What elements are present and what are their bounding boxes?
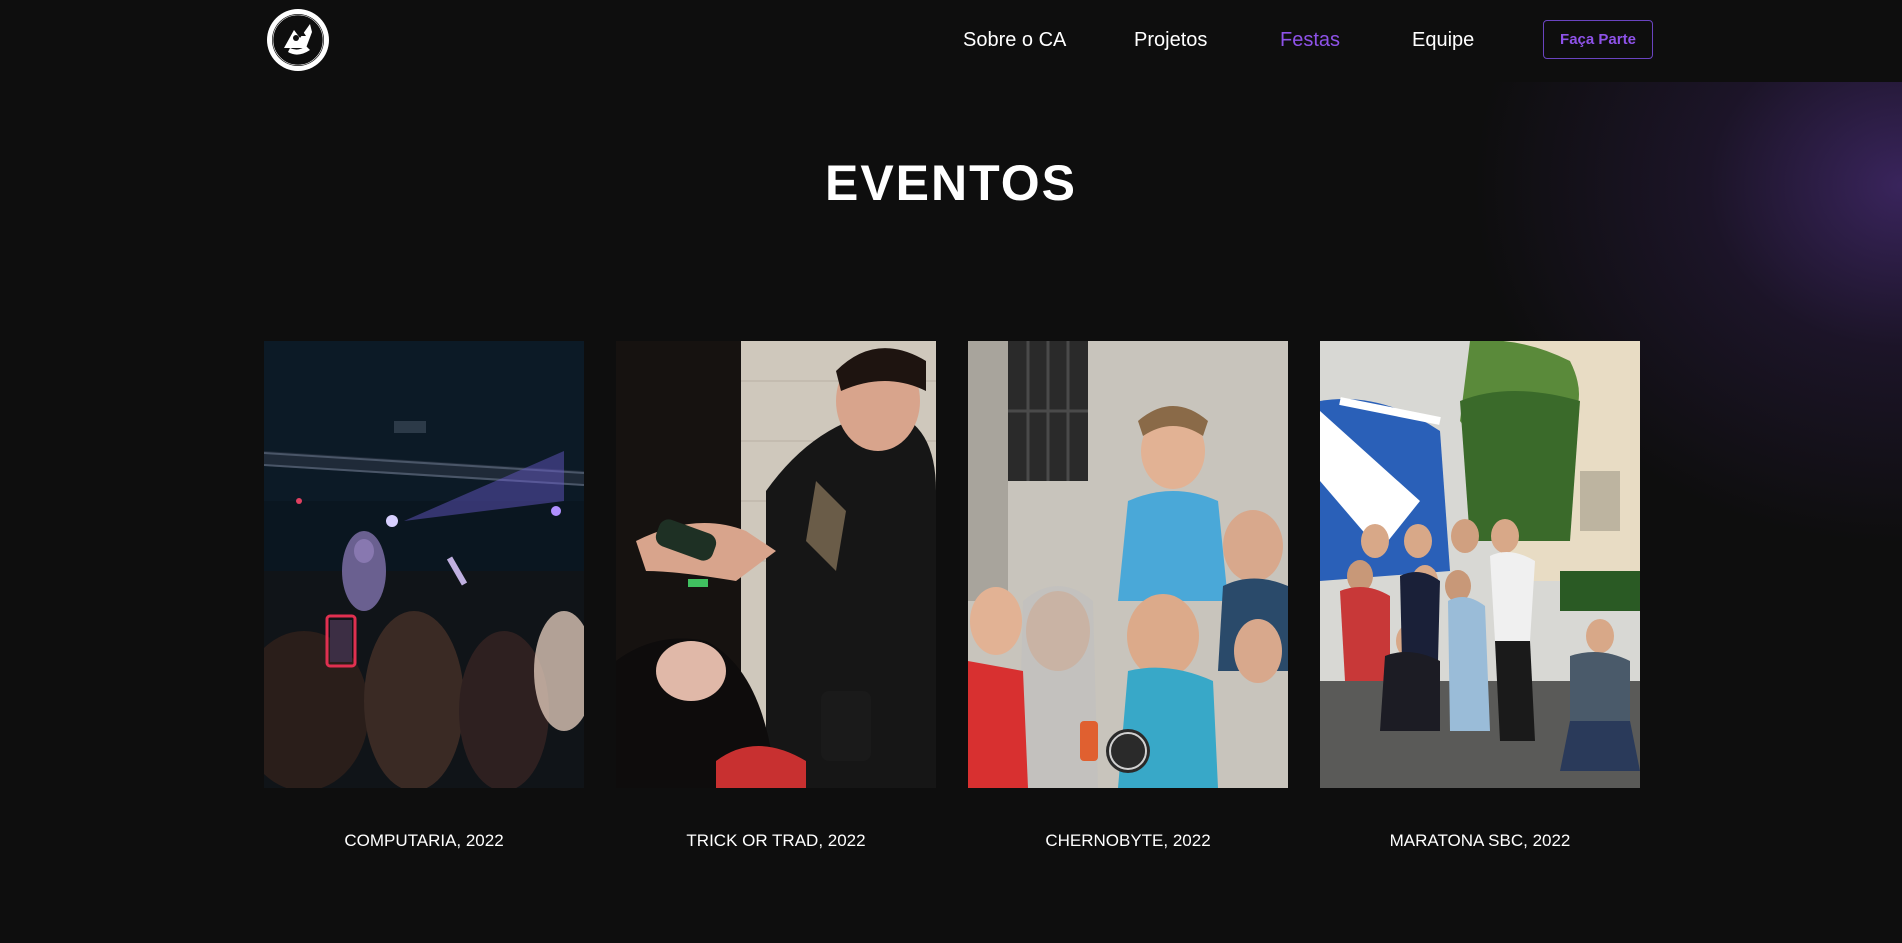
nav-link-sobre[interactable]: Sobre o CA	[963, 28, 1066, 52]
event-card[interactable]: COMPUTARIA, 2022	[264, 341, 584, 850]
main-nav: Sobre o CA Projetos Festas Equipe Faça P…	[0, 0, 1902, 80]
event-card[interactable]: TRICK OR TRAD, 2022	[616, 341, 936, 850]
site-header: Sobre o CA Projetos Festas Equipe Faça P…	[0, 0, 1902, 82]
event-photo-chernobyte[interactable]	[968, 341, 1288, 788]
page-title: EVENTOS	[824, 155, 1078, 211]
event-card[interactable]: MARATONA SBC, 2022	[1320, 341, 1640, 850]
nav-link-projetos[interactable]: Projetos	[1134, 28, 1207, 52]
event-caption: COMPUTARIA, 2022	[344, 831, 504, 850]
nav-link-festas[interactable]: Festas	[1280, 28, 1340, 52]
event-photo-maratona-sbc[interactable]	[1320, 341, 1640, 788]
event-caption: MARATONA SBC, 2022	[1389, 831, 1571, 850]
join-button[interactable]: Faça Parte	[1543, 20, 1653, 59]
event-photo-trick-or-trad[interactable]	[616, 341, 936, 788]
event-card[interactable]: CHERNOBYTE, 2022	[968, 341, 1288, 850]
event-caption: TRICK OR TRAD, 2022	[686, 831, 866, 850]
event-caption: CHERNOBYTE, 2022	[1045, 831, 1211, 850]
nav-link-equipe[interactable]: Equipe	[1412, 28, 1474, 52]
event-photo-computaria[interactable]	[264, 341, 584, 788]
